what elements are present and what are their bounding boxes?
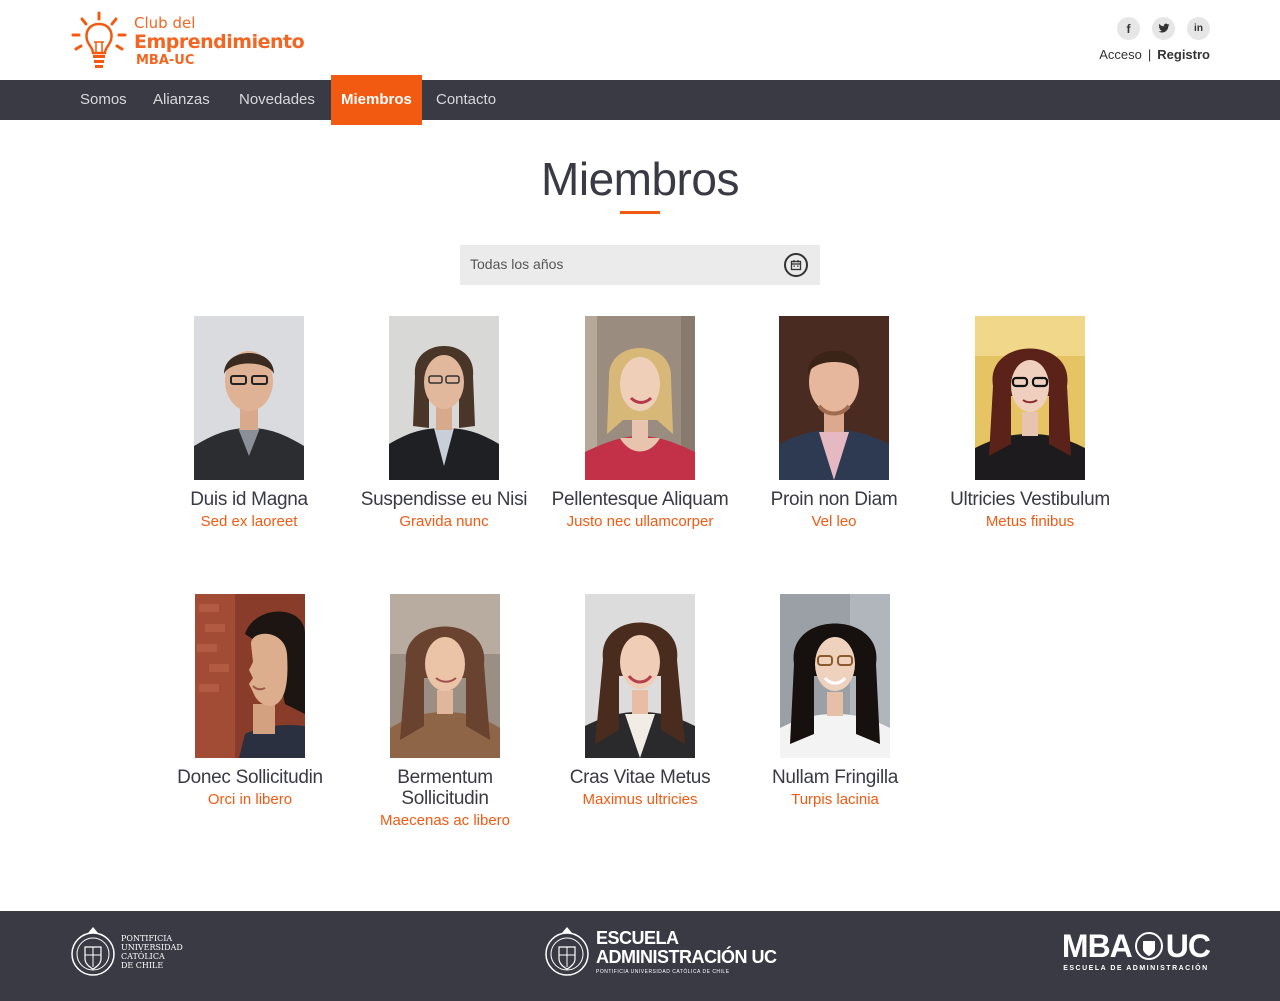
logo-line-3: MBA-UC xyxy=(136,52,195,68)
facebook-icon[interactable]: f xyxy=(1117,17,1140,40)
linkedin-icon[interactable]: in xyxy=(1187,17,1210,40)
puc-logo[interactable]: PONTIFICIA UNIVERSIDAD CATÓLICA DE CHILE xyxy=(70,923,183,981)
member-role: Maximus ultricies xyxy=(582,791,698,808)
member-name: Ultricies Vestibulum xyxy=(950,489,1110,510)
year-filter-value: Todas los años xyxy=(470,256,564,272)
member-photo xyxy=(390,594,500,758)
member-role: Gravida nunc xyxy=(399,513,489,530)
member-name: Proin non Diam xyxy=(770,489,898,510)
main-nav: Somos Alianzas Novedades Miembros Contac… xyxy=(0,75,1280,125)
club-logo[interactable]: Club del Emprendimiento MBA-UC xyxy=(70,10,305,72)
member-card[interactable]: Suspendisse eu Nisi Gravida nunc xyxy=(354,316,534,531)
twitter-icon[interactable] xyxy=(1152,17,1175,40)
member-role: Maecenas ac libero xyxy=(379,812,511,829)
puc-line-4: DE CHILE xyxy=(121,961,164,970)
page-title: Miembros xyxy=(541,153,739,205)
member-photo xyxy=(585,316,695,480)
member-card[interactable]: Ultricies Vestibulum Metus finibus xyxy=(940,316,1120,531)
escuela-logo[interactable]: ESCUELA ADMINISTRACIÓN UC PONTIFICIA UNI… xyxy=(544,923,777,981)
logo-line-1: Club del xyxy=(134,13,196,32)
puc-line-3: CATÓLICA xyxy=(121,952,165,961)
nav-item-contacto[interactable]: Contacto xyxy=(436,80,496,120)
login-link[interactable]: Acceso xyxy=(1099,47,1142,62)
member-role: Justo nec ullamcorper xyxy=(566,513,714,530)
member-card[interactable]: Proin non Diam Vel leo xyxy=(744,316,924,531)
member-role: Orci in libero xyxy=(207,791,293,808)
escuela-line-3: PONTIFICIA UNIVERSIDAD CATÓLICA DE CHILE xyxy=(596,969,730,975)
member-photo xyxy=(389,316,499,480)
puc-line-1: PONTIFICIA xyxy=(121,934,173,943)
title-underline xyxy=(620,211,660,214)
calendar-icon[interactable] xyxy=(784,253,808,277)
logo-line-2: Emprendimiento xyxy=(134,30,305,53)
university-seal-icon xyxy=(71,927,115,976)
nav-item-miembros[interactable]: Miembros xyxy=(331,75,422,125)
escuela-line-1: ESCUELA xyxy=(596,928,679,948)
member-photo xyxy=(195,594,305,758)
mba-subtitle: ESCUELA DE ADMINISTRACIÓN xyxy=(1063,965,1209,972)
member-photo xyxy=(975,316,1085,480)
escuela-line-2: ADMINISTRACIÓN UC xyxy=(596,947,777,967)
member-name: Duis id Magna xyxy=(190,489,308,510)
member-role: Sed ex laoreet xyxy=(200,513,298,530)
university-seal-icon xyxy=(545,927,589,976)
site-footer: PONTIFICIA UNIVERSIDAD CATÓLICA DE CHILE… xyxy=(0,911,1280,1001)
member-photo xyxy=(779,316,889,480)
site-header: Club del Emprendimiento MBA-UC f in Acce… xyxy=(0,0,1280,80)
member-name: Bermentum Sollicitudin xyxy=(397,767,493,809)
member-name: Nullam Fringilla xyxy=(771,767,899,788)
member-card[interactable]: Bermentum Sollicitudin Maecenas ac liber… xyxy=(355,594,535,830)
mba-seal-icon xyxy=(1134,932,1163,960)
member-name: Pellentesque Aliquam xyxy=(551,489,729,510)
register-link[interactable]: Registro xyxy=(1157,47,1210,62)
auth-links: Acceso | Registro xyxy=(1099,47,1210,62)
member-photo xyxy=(585,594,695,758)
nav-item-alianzas[interactable]: Alianzas xyxy=(153,80,210,120)
mba-text: MBA xyxy=(1061,928,1133,964)
member-role: Metus finibus xyxy=(985,513,1075,530)
member-card[interactable]: Nullam Fringilla Turpis lacinia xyxy=(745,594,925,809)
member-photo xyxy=(780,594,890,758)
puc-line-2: UNIVERSIDAD xyxy=(121,943,183,952)
member-role: Vel leo xyxy=(811,513,857,530)
uc-text: UC xyxy=(1165,928,1211,964)
mba-uc-logo[interactable]: MBA UC ESCUELA DE ADMINISTRACIÓN xyxy=(1061,928,1211,972)
member-role: Turpis lacinia xyxy=(791,791,879,808)
member-card[interactable]: Donec Sollicitudin Orci in libero xyxy=(160,594,340,809)
auth-separator: | xyxy=(1147,47,1152,62)
member-card[interactable]: Duis id Magna Sed ex laoreet xyxy=(159,316,339,531)
nav-item-somos[interactable]: Somos xyxy=(80,80,127,120)
year-filter-select[interactable]: Todas los años xyxy=(460,245,820,285)
social-links: f in xyxy=(1117,17,1210,40)
member-photo xyxy=(194,316,304,480)
member-card[interactable]: Cras Vitae Metus Maximus ultricies xyxy=(550,594,730,809)
member-name: Suspendisse eu Nisi xyxy=(360,489,528,510)
member-card[interactable]: Pellentesque Aliquam Justo nec ullamcorp… xyxy=(550,316,730,531)
member-name: Cras Vitae Metus xyxy=(569,767,711,788)
lightbulb-icon xyxy=(71,11,127,68)
nav-item-novedades[interactable]: Novedades xyxy=(239,80,315,120)
member-name: Donec Sollicitudin xyxy=(177,767,323,788)
